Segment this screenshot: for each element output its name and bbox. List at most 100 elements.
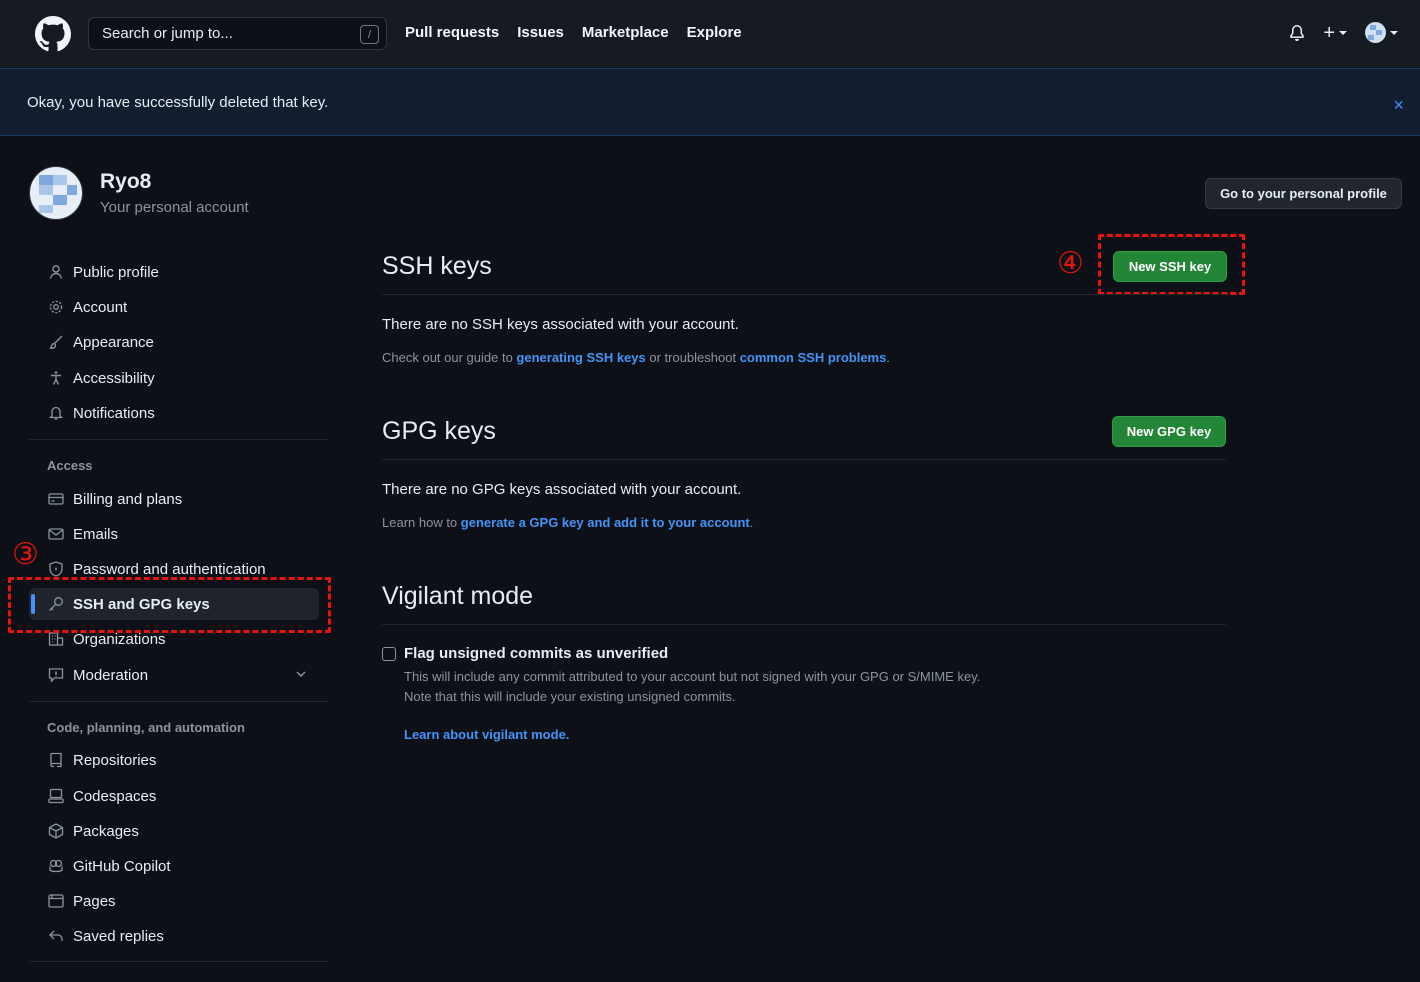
sidebar-item-label: Moderation xyxy=(73,666,149,684)
sidebar-item-label: Appearance xyxy=(73,333,154,351)
nav-issues[interactable]: Issues xyxy=(517,24,564,41)
chevron-down-icon xyxy=(1339,30,1347,35)
sidebar-item-saved-replies[interactable]: Saved replies xyxy=(29,920,319,952)
sidebar-item-label: Emails xyxy=(73,525,119,543)
report-icon xyxy=(47,666,65,684)
vigilant-mode-label[interactable]: Flag unsigned commits as unverified xyxy=(404,645,668,662)
person-icon xyxy=(47,263,65,281)
gpg-help-note: Learn how to generate a GPG key and add … xyxy=(382,515,753,530)
shield-lock-icon xyxy=(47,560,65,578)
nav-pull-requests[interactable]: Pull requests xyxy=(405,24,499,41)
paintbrush-icon xyxy=(47,333,65,351)
annotation-step-4: ④ xyxy=(1057,246,1084,281)
browser-icon xyxy=(47,892,65,910)
sidebar-item-moderation[interactable]: Moderation xyxy=(29,659,319,691)
chevron-down-icon[interactable] xyxy=(295,668,307,680)
gear-icon xyxy=(47,298,65,316)
annotation-highlight-new-ssh-key xyxy=(1098,234,1245,295)
package-icon xyxy=(47,822,65,840)
sidebar-item-label: Accessibility xyxy=(73,369,155,387)
sidebar-item-label: Packages xyxy=(73,822,139,840)
sidebar-item-label: Saved replies xyxy=(73,927,164,945)
github-logo-icon[interactable] xyxy=(35,16,71,52)
search-input[interactable]: Search or jump to... / xyxy=(88,17,387,50)
gpg-note-text: . xyxy=(749,515,754,530)
avatar xyxy=(1365,22,1386,43)
ssh-note-text: Check out our guide to xyxy=(382,350,517,365)
common-ssh-problems-link[interactable]: common SSH problems xyxy=(740,350,887,365)
nav-marketplace[interactable]: Marketplace xyxy=(582,24,669,41)
sidebar-item-label: Public profile xyxy=(73,263,159,281)
sidebar-divider xyxy=(29,701,329,702)
sidebar-item-emails[interactable]: Emails xyxy=(29,518,319,550)
sidebar-item-notifications[interactable]: Notifications xyxy=(29,397,319,429)
create-new-plus-icon[interactable]: + xyxy=(1323,23,1347,43)
sidebar-item-repositories[interactable]: Repositories xyxy=(29,744,319,776)
sidebar-divider xyxy=(29,961,329,962)
sidebar-item-appearance[interactable]: Appearance xyxy=(29,326,319,358)
sidebar-divider xyxy=(29,439,329,440)
sidebar-item-public-profile[interactable]: Public profile xyxy=(29,256,319,288)
go-to-profile-button[interactable]: Go to your personal profile xyxy=(1205,178,1402,209)
ssh-help-note: Check out our guide to generating SSH ke… xyxy=(382,350,890,365)
section-divider xyxy=(382,294,1226,295)
sidebar-item-label: Organizations xyxy=(73,630,166,648)
gpg-empty-message: There are no GPG keys associated with yo… xyxy=(382,481,742,498)
account-subtitle: Your personal account xyxy=(100,199,249,216)
gpg-note-text: Learn how to xyxy=(382,515,461,530)
generate-gpg-key-link[interactable]: generate a GPG key and add it to your ac… xyxy=(461,515,750,530)
user-menu[interactable] xyxy=(1365,22,1398,43)
ssh-keys-title: SSH keys xyxy=(382,252,492,280)
vigilant-mode-title: Vigilant mode xyxy=(382,582,534,610)
vigilant-mode-checkbox[interactable] xyxy=(382,647,396,661)
sidebar-item-label: Repositories xyxy=(73,751,157,769)
sidebar-heading-code: Code, planning, and automation xyxy=(47,720,245,735)
search-placeholder: Search or jump to... xyxy=(102,25,233,42)
sidebar-item-copilot[interactable]: GitHub Copilot xyxy=(29,850,319,882)
flash-message: Okay, you have successfully deleted that… xyxy=(27,93,329,111)
sidebar-item-packages[interactable]: Packages xyxy=(29,815,319,847)
accessibility-icon xyxy=(47,369,65,387)
repo-icon xyxy=(47,751,65,769)
section-divider xyxy=(382,624,1226,625)
ssh-empty-message: There are no SSH keys associated with yo… xyxy=(382,316,739,333)
sidebar-item-billing[interactable]: Billing and plans xyxy=(29,483,319,515)
gpg-keys-title: GPG keys xyxy=(382,417,496,445)
sidebar-item-label: Pages xyxy=(73,892,116,910)
credit-card-icon xyxy=(47,490,65,508)
ssh-note-text: or troubleshoot xyxy=(645,350,740,365)
bell-icon xyxy=(47,404,65,422)
new-gpg-key-button[interactable]: New GPG key xyxy=(1112,416,1226,447)
reply-icon xyxy=(47,927,65,945)
account-name: Ryo8 xyxy=(100,170,152,193)
sidebar-heading-access: Access xyxy=(47,458,93,473)
top-header: Search or jump to... / Pull requests Iss… xyxy=(0,0,1420,68)
codespaces-icon xyxy=(47,787,65,805)
nav-explore[interactable]: Explore xyxy=(687,24,742,41)
sidebar-item-pages[interactable]: Pages xyxy=(29,885,319,917)
avatar[interactable] xyxy=(29,166,83,220)
plus-glyph: + xyxy=(1323,21,1335,44)
section-divider xyxy=(382,459,1226,460)
sidebar-item-codespaces[interactable]: Codespaces xyxy=(29,780,319,812)
ssh-note-text: . xyxy=(886,350,890,365)
sidebar-item-label: Billing and plans xyxy=(73,490,183,508)
global-nav: Pull requests Issues Marketplace Explore xyxy=(405,24,742,41)
learn-vigilant-mode-link[interactable]: Learn about vigilant mode. xyxy=(404,727,569,742)
sidebar-item-label: Account xyxy=(73,298,128,316)
annotation-highlight-ssh-gpg-keys xyxy=(8,577,331,633)
close-icon[interactable]: × xyxy=(1393,95,1404,116)
sidebar-item-accessibility[interactable]: Accessibility xyxy=(29,362,319,394)
search-shortcut-hint: / xyxy=(360,25,379,44)
sidebar-item-label: GitHub Copilot xyxy=(73,857,171,875)
generating-ssh-keys-link[interactable]: generating SSH keys xyxy=(516,350,645,365)
flash-notice: Okay, you have successfully deleted that… xyxy=(0,68,1420,136)
vigilant-mode-description: Note that this will include your existin… xyxy=(404,689,736,704)
sidebar-item-account[interactable]: Account xyxy=(29,291,319,323)
annotation-step-3: ③ xyxy=(12,537,39,572)
mail-icon xyxy=(47,525,65,543)
sidebar-item-label: Notifications xyxy=(73,404,155,422)
vigilant-mode-description: This will include any commit attributed … xyxy=(404,669,981,684)
notifications-bell-icon[interactable] xyxy=(1289,24,1305,42)
copilot-icon xyxy=(47,857,65,875)
